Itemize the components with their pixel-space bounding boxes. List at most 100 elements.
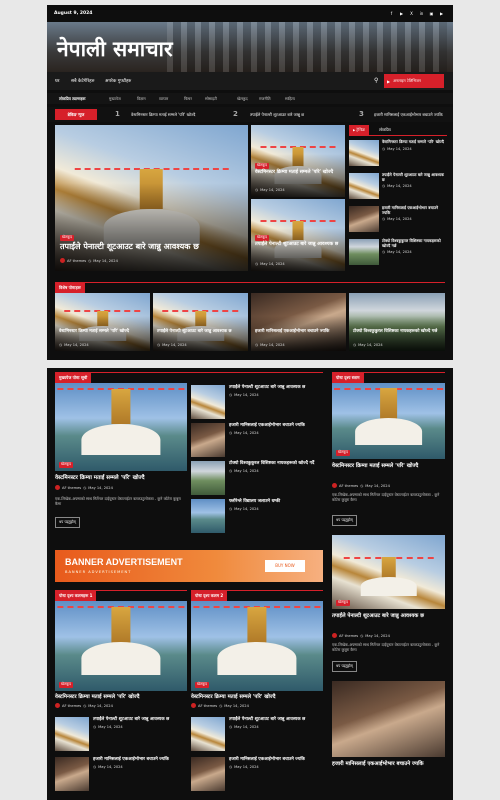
date: May 14, 2024: [93, 258, 118, 263]
page: August 9, 2024 f ▶ X in ▣ ▶ नेपाली समाचा…: [47, 5, 453, 800]
tag[interactable]: खेलकुद: [255, 235, 270, 241]
read-more-button[interactable]: थप पढ्नुहोस्: [332, 515, 357, 526]
cat-item[interactable]: खेलकुद: [237, 96, 248, 102]
instagram-icon[interactable]: ▣: [428, 10, 435, 17]
list-item[interactable]: वेस्टमिनस्टर क्रिम्या मताई सम्मले 'परि' …: [349, 139, 447, 170]
tab-trending[interactable]: ▶ ट्रेन्डिङ: [349, 125, 369, 135]
linkedin-icon[interactable]: in: [418, 10, 425, 17]
banner-title: BANNER ADVERTISEMENT: [65, 557, 183, 567]
article-title[interactable]: तपाईंले पेनाल्टी शूटआउट बारे जान्नु आवश्…: [157, 329, 245, 334]
hero-article[interactable]: खेलकुद तपाईंले पेनाल्टी शूटआउट बारे जान्…: [55, 125, 248, 271]
list-item[interactable]: टोक्यो विश्वकुकुरल विशिष्टका नायकहरूको ख…: [349, 238, 447, 269]
tag[interactable]: खेलकुद: [336, 600, 351, 606]
article-title[interactable]: हजारी मानिसलाई एकआईभोभार बचाउने ज्यकि: [229, 423, 321, 429]
list-item[interactable]: तपाईंले पेनाल्टी शूटआउट बारे जान्नु आवश्…: [349, 172, 447, 203]
col2-main-image[interactable]: खेलकुद: [191, 601, 323, 691]
article-title[interactable]: वेस्टमिनस्टर क्रिम्या मताई सम्मले 'परि' …: [382, 139, 444, 145]
featured-article[interactable]: हजारी मानिसलाई एकआईभोभार बचाउने ज्यकि ◷ Ma…: [251, 293, 346, 351]
site-title[interactable]: नेपाली समाचार: [57, 35, 173, 63]
article-title[interactable]: तपाईंले पेनाल्टी शूटआउट बारे जान्नु आवश्…: [229, 385, 321, 391]
col2-header: पोस्ट दृश्य कलम 2: [191, 590, 323, 601]
social-links: f ▶ X in ▣ ▶: [388, 10, 445, 17]
banner-ad[interactable]: BANNER ADVERTISEMENT BANNER ADVERTISEMEN…: [55, 550, 323, 582]
article-title[interactable]: तपाईंले पेनाल्टी शूटआउट बारे जान्नु आवश्…: [332, 613, 445, 620]
search-icon[interactable]: ⚲: [374, 77, 378, 84]
list-item[interactable]: तपाईंले पेनाल्टी शूटआउट बारे जान्नु आवश्…: [191, 717, 323, 757]
author: AF themes: [67, 258, 87, 263]
cat-item[interactable]: मुख्यपेज: [109, 96, 121, 102]
nav-categories[interactable]: सबै केटेगेरिहरु: [71, 78, 94, 84]
article-title[interactable]: हजारी मानिसलाई एकआईभोभार बचाउने ज्यकि: [255, 329, 343, 334]
read-more-button[interactable]: थप पढ्नुहोस्: [332, 661, 357, 672]
article-title[interactable]: तपाईंले पेनाल्टी शूटआउट बारे जान्नु आवश्…: [382, 172, 444, 182]
article-title[interactable]: टोक्यो विश्वकुकुरल विशिष्टका नायकहरूको ख…: [353, 329, 441, 334]
article-title[interactable]: वेस्टमिनस्टर क्रिम्या मताई सम्मले 'परि' …: [191, 694, 323, 701]
date: May 14, 2024: [387, 146, 412, 151]
article-title[interactable]: हजारी मानिसलाई एकआईभोभार बचाउने ज्यकि: [93, 757, 183, 763]
video-icon[interactable]: ▶: [438, 10, 445, 17]
right-main-image[interactable]: खेलकुद: [332, 383, 445, 459]
cat-item[interactable]: राजनीति: [259, 96, 271, 102]
article-title[interactable]: हजारी मानिसलाई एकआईभोभार बचाउने ज्यकि: [332, 761, 445, 768]
tag[interactable]: खेलकुद: [59, 682, 74, 688]
excerpt: एक-लिखेक-अफ्साको साथ मिर्तेनल दाईयुस्टर …: [332, 642, 440, 653]
article-title[interactable]: वेस्टमिनस्टर क्रिम्या मताई सम्मले 'परि' …: [55, 694, 187, 701]
hero-tag[interactable]: खेलकुद: [60, 235, 75, 241]
list-item[interactable]: टोक्यो विश्वकुकुरल विशिष्टका नायकहरूको ख…: [191, 461, 323, 499]
article-title[interactable]: वेस्टमिनस्टर क्रिम्या मताई सम्मले 'परि' …: [332, 463, 445, 470]
cat-item[interactable]: साहित्य: [285, 96, 295, 102]
list-item[interactable]: हजारी मानिसलाई एकआईभोभार बचाउने ज्यकि ◷ Ma…: [55, 757, 187, 797]
tag[interactable]: खेलकुद: [336, 450, 351, 456]
hero-title[interactable]: तपाईंले पेनाल्टी शूटआउट बारे जान्नु आवश्…: [60, 242, 245, 252]
excerpt: एक-लिखेक-अफ्साको साथ मिर्तेनल दाईयुस्टर …: [332, 492, 440, 503]
grid-article[interactable]: खेलकुद वेस्टमिनस्टर क्रिम्या मताई सम्मले…: [251, 125, 345, 197]
ticker-item[interactable]: वेस्टमिनस्टर क्रिम्या मताई सम्मले 'परि' …: [131, 112, 195, 118]
read-more-button[interactable]: थप पढ्नुहोस्: [55, 517, 80, 528]
cat-item[interactable]: फिचर: [184, 96, 192, 102]
article-title[interactable]: टोक्यो विश्वकुकुरल विशिष्टका नायकहरूको ख…: [382, 238, 444, 248]
buy-now-button[interactable]: BUY NOW: [265, 560, 305, 572]
article-title[interactable]: तपाईंले पेनाल्टी शूटआउट बारे जान्नु आवश्…: [93, 717, 183, 723]
nav-pages[interactable]: अपरेक गुफ्टीहरु: [105, 78, 131, 84]
live-tv-button[interactable]: ▶ अनलाइन टेलिभिजन: [384, 74, 444, 88]
youtube-icon[interactable]: ▶: [398, 10, 405, 17]
date: May 14, 2024: [387, 217, 412, 222]
x-icon[interactable]: X: [408, 10, 415, 17]
list-item[interactable]: हजारी मानिसलाई एकआईभोभार बचाउने ज्यकि ◷ Ma…: [349, 205, 447, 236]
list-item[interactable]: तपाईंले पेनाल्टी शूटआउट बारे जान्नु आवश्…: [55, 717, 187, 757]
facebook-icon[interactable]: f: [388, 10, 395, 17]
article-title[interactable]: हजारी मानिसलाई एकआईभोभार बचाउने ज्यकि: [229, 757, 319, 763]
article-title[interactable]: फ्लोरेन्ले विद्यालय जलाउने धम्की: [229, 499, 321, 505]
tag[interactable]: खेलकुद: [255, 163, 270, 169]
cat-item[interactable]: विज्ञान: [137, 96, 146, 102]
tag[interactable]: खेलकुद: [195, 682, 210, 688]
featured-article[interactable]: वेस्टमिनस्टर क्रिम्या मताई सम्मले 'परि' …: [55, 293, 150, 351]
nav-home[interactable]: घर: [55, 78, 60, 84]
left-main-title[interactable]: वेस्टमिनस्टर क्रिम्या मताई सम्मले 'परि' …: [55, 475, 187, 482]
cat-item[interactable]: सोसाइटी: [205, 96, 217, 102]
article-title[interactable]: वेस्टमिनस्टर क्रिम्या मताई सम्मले 'परि' …: [255, 170, 343, 176]
article-title[interactable]: वेस्टमिनस्टर क्रिम्या मताई सम्मले 'परि' …: [59, 329, 147, 334]
list-item[interactable]: हजारी मानिसलाई एकआईभोभार बचाउने ज्यकि ◷ Ma…: [191, 757, 323, 797]
left-main-image[interactable]: खेलकुद: [55, 383, 187, 471]
cat-item[interactable]: व्यापार: [159, 96, 168, 102]
tab-popular[interactable]: लोकप्रिय: [375, 125, 395, 135]
article-title[interactable]: तपाईंले पेनाल्टी शूटआउट बारे जान्नु आवश्…: [229, 717, 319, 723]
featured-article[interactable]: तपाईंले पेनाल्टी शूटआउट बारे जान्नु आवश्…: [153, 293, 248, 351]
right-second-image[interactable]: खेलकुद: [332, 535, 445, 609]
list-item[interactable]: तपाईंले पेनाल्टी शूटआउट बारे जान्नु आवश्…: [191, 385, 323, 423]
col1-main-image[interactable]: खेलकुद: [55, 601, 187, 691]
tag[interactable]: खेलकुद: [59, 462, 74, 468]
article-title[interactable]: तपाईंले पेनाल्टी शूटआउट बारे जान्नु आवश्…: [255, 242, 343, 248]
grid-article[interactable]: खेलकुद तपाईंले पेनाल्टी शूटआउट बारे जान्…: [251, 199, 345, 271]
article-title[interactable]: हजारी मानिसलाई एकआईभोभार बचाउने ज्यकि: [382, 205, 444, 215]
list-item[interactable]: हजारी मानिसलाई एकआईभोभार बचाउने ज्यकि ◷ Ma…: [191, 423, 323, 461]
ticker-item[interactable]: हजारी मानिसलाई एकआईभोभार बचाउने ज्यकि: [374, 112, 443, 118]
author: AF themes: [339, 483, 359, 488]
featured-article[interactable]: टोक्यो विश्वकुकुरल विशिष्टका नायकहरूको ख…: [349, 293, 445, 351]
banner-subtitle: BANNER ADVERTISEMENT: [65, 570, 132, 574]
article-title[interactable]: टोक्यो विश्वकुकुरल विशिष्टका नायकहरूको ख…: [229, 461, 321, 467]
ticker-item[interactable]: तपाईंले पेनाल्टी शूटआउट बारे जान्नु छ: [250, 112, 304, 118]
list-item[interactable]: फ्लोरेन्ले विद्यालय जलाउने धम्की ◷ May 14,…: [191, 499, 323, 537]
right-third-image[interactable]: [332, 681, 445, 757]
